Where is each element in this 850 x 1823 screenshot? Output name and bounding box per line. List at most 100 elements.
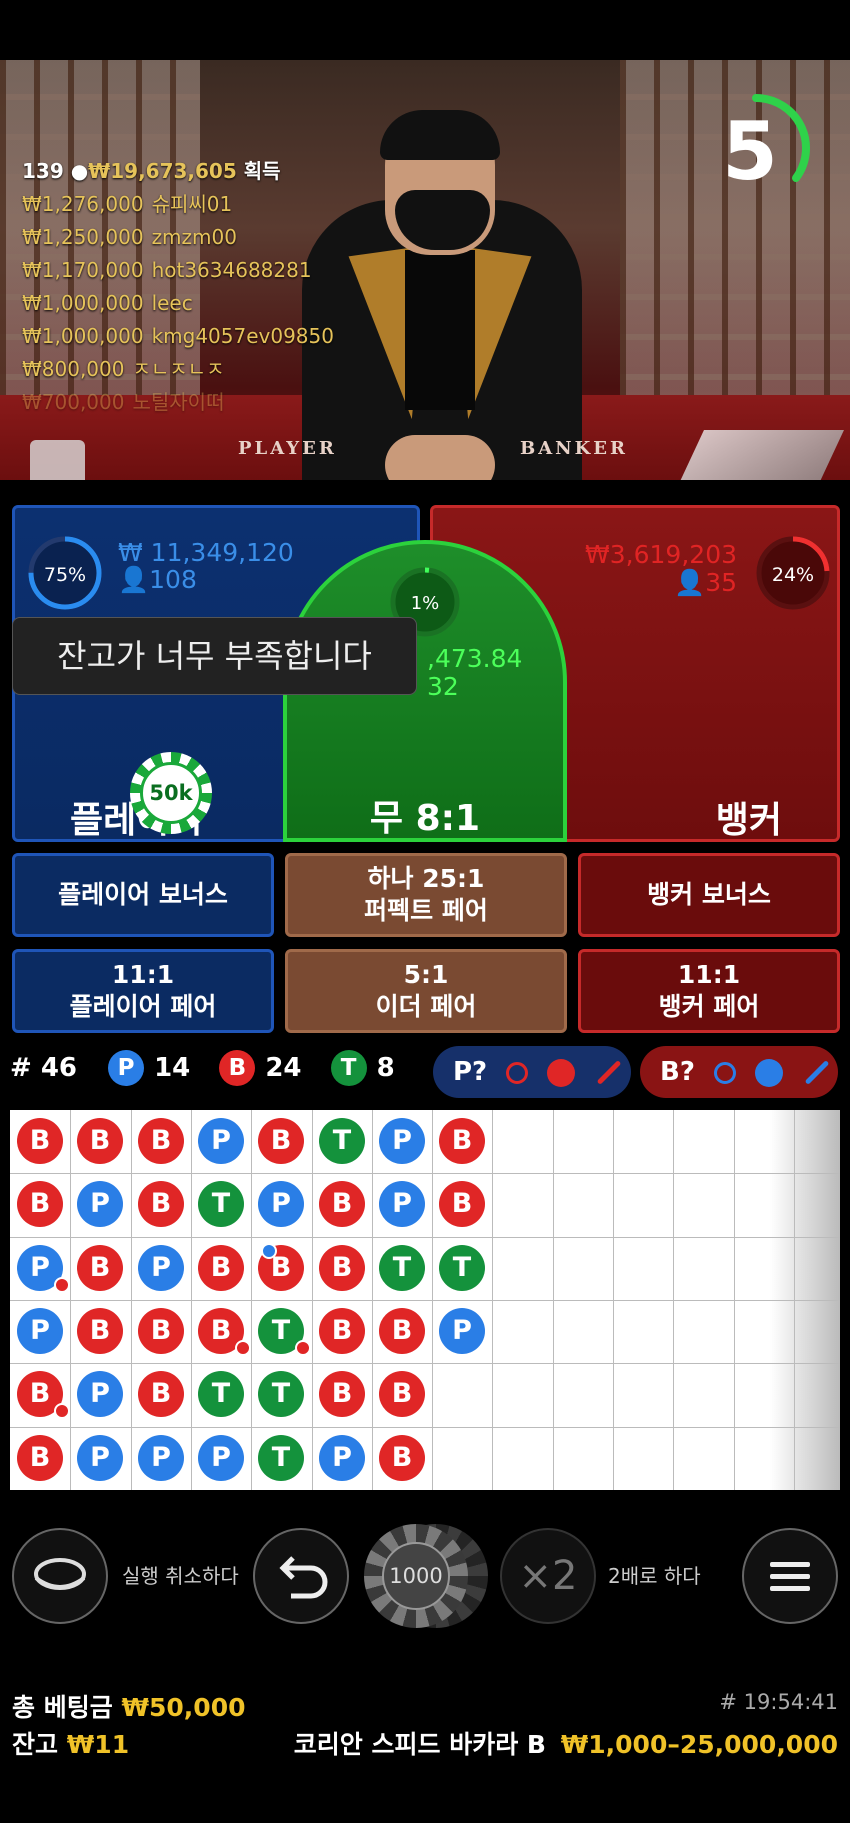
road-bead: B [319,1308,365,1354]
winners-list: 139 ●₩19,673,605 획득 ₩1,276,000 슈피씨01 ₩1,25… [22,155,334,419]
chip-value: 1000 [382,1542,450,1610]
chip-selector[interactable]: 1000 [364,1524,488,1628]
banker-label: 뱅커 [715,800,782,841]
road-bead: T [439,1245,485,1291]
banker-wins-icon: B [219,1050,256,1086]
double-symbol: ×2 [518,1553,578,1599]
banker-bonus-button[interactable]: 뱅커 보너스 [578,853,840,937]
road-bead: B [319,1181,365,1227]
banker-predict-button[interactable]: B? [640,1046,838,1098]
winner-amount: ₩800,000 [22,357,125,381]
undo-text[interactable]: 실행 취소하다 [122,1560,239,1589]
placed-chip-50k: 50k [130,752,212,834]
svg-text:75%: 75% [44,564,86,586]
road-bead: P [198,1435,244,1481]
road-bead: B [77,1308,123,1354]
player-predict-button[interactable]: P? [433,1046,631,1098]
table-player-label: PLAYER [238,438,337,459]
chips-icon [34,1558,86,1590]
winner-amount: ₩1,250,000 [22,225,144,249]
banker-wins-count: 24 [265,1053,302,1083]
round-number: # 46 [10,1053,78,1083]
road-bead: P [379,1118,425,1164]
winner-amount: ₩1,170,000 [22,258,144,282]
person-icon: 👤 [674,568,706,597]
total-bet: 총 베팅금 ₩50,000 [12,1693,246,1722]
tie-count: 32 [427,672,459,701]
player-total-amount: ₩ 11,349,120 [118,538,294,567]
total-bet-amount: ₩50,000 [121,1693,246,1722]
big-eye-icon [713,1061,736,1084]
banker-count: 👤35 [674,568,737,597]
road-bead: P [77,1435,123,1481]
pair-marker [295,1340,311,1356]
menu-icon [770,1562,810,1591]
big-eye-icon [506,1061,529,1084]
chip-stack-button[interactable] [12,1528,108,1624]
road-bead: P [138,1435,184,1481]
winner-amount: ₩1,276,000 [22,192,144,216]
road-bead: T [198,1371,244,1417]
person-icon: 👤 [118,565,150,594]
road-bead: T [379,1245,425,1291]
double-text[interactable]: 2배로 하다 [608,1560,701,1589]
tie-count-icon: T [330,1050,367,1086]
pair-marker [54,1403,70,1419]
road-bead: T [258,1435,304,1481]
cockroach-icon [804,1060,830,1085]
winner-name: 슈피씨01 [151,192,233,216]
small-road-icon [547,1058,576,1087]
insufficient-balance-toast: 잔고가 너무 부족합니다 [12,617,417,695]
winner-name: ㅈㄴㅈㄴㅈ [132,357,225,381]
card-holder [30,440,85,480]
player-pair-button[interactable]: 11:1 플레이어 페어 [12,949,274,1033]
bead-road[interactable]: BBPPBBBPBBPPBBPBBPPTBBTPBPBTTTTBBBBPPPTB… [10,1110,840,1490]
pair-marker [235,1340,251,1356]
road-bead: B [17,1435,63,1481]
bet-limits: ₩1,000–25,000,000 [560,1730,838,1759]
small-road-icon [755,1058,784,1087]
player-bonus-button[interactable]: 플레이어 보너스 [12,853,274,937]
table-name: 코리안 스피드 바카라 B [293,1730,546,1759]
winner-name: 노틸자이떠 [132,390,225,414]
road-bead: T [258,1371,304,1417]
road-bead: B [379,1435,425,1481]
round-stats: # 46 P 14 B 24 T8 [10,1050,415,1086]
road-bead: B [77,1118,123,1164]
road-bead: B [138,1118,184,1164]
player-wins-count: 14 [154,1053,191,1083]
menu-button[interactable] [742,1528,838,1624]
either-pair-button[interactable]: 5:1 이더 페어 [285,949,567,1033]
road-bead: B [198,1245,244,1291]
table-info[interactable]: 코리안 스피드 바카라 B ₩1,000–25,000,000 [294,1725,838,1761]
winner-row: ₩1,276,000 슈피씨01 [22,188,334,221]
pair-marker [261,1243,277,1259]
winner-name: leec [151,291,193,315]
countdown-number: 5 [722,105,778,198]
double-button[interactable]: ×2 [500,1528,596,1624]
tie-label: 무 8:1 [369,798,481,839]
clock: # 19:54:41 [719,1690,838,1714]
undo-icon [279,1556,328,1599]
winner-row: ₩700,000 노틸자이떠 [22,386,334,419]
winner-row: ₩1,170,000 hot3634688281 [22,254,334,287]
winner-row: ₩800,000 ㅈㄴㅈㄴㅈ [22,353,334,386]
road-bead: B [77,1245,123,1291]
winner-amount: ₩1,000,000 [22,324,144,348]
balance: 잔고 ₩11 [12,1730,130,1759]
banker-pair-button[interactable]: 11:1 뱅커 페어 [578,949,840,1033]
banker-total-amount: ₩3,619,203 [585,540,737,569]
road-bead: B [439,1181,485,1227]
perfect-pair-button[interactable]: 하나 25:1 퍼펙트 페어 [285,853,567,937]
road-bead: T [198,1181,244,1227]
road-bead: B [439,1118,485,1164]
tie-wins-count: 8 [376,1053,395,1083]
undo-button[interactable] [253,1528,349,1624]
road-bead: B [319,1245,365,1291]
road-bead: P [258,1181,304,1227]
road-bead: B [138,1371,184,1417]
winner-row: ₩1,000,000 kmg4057ev09850 [22,320,334,353]
balance-amount: ₩11 [66,1730,130,1759]
winner-row: ₩1,000,000 leec [22,287,334,320]
winner-name: hot3634688281 [151,258,312,282]
